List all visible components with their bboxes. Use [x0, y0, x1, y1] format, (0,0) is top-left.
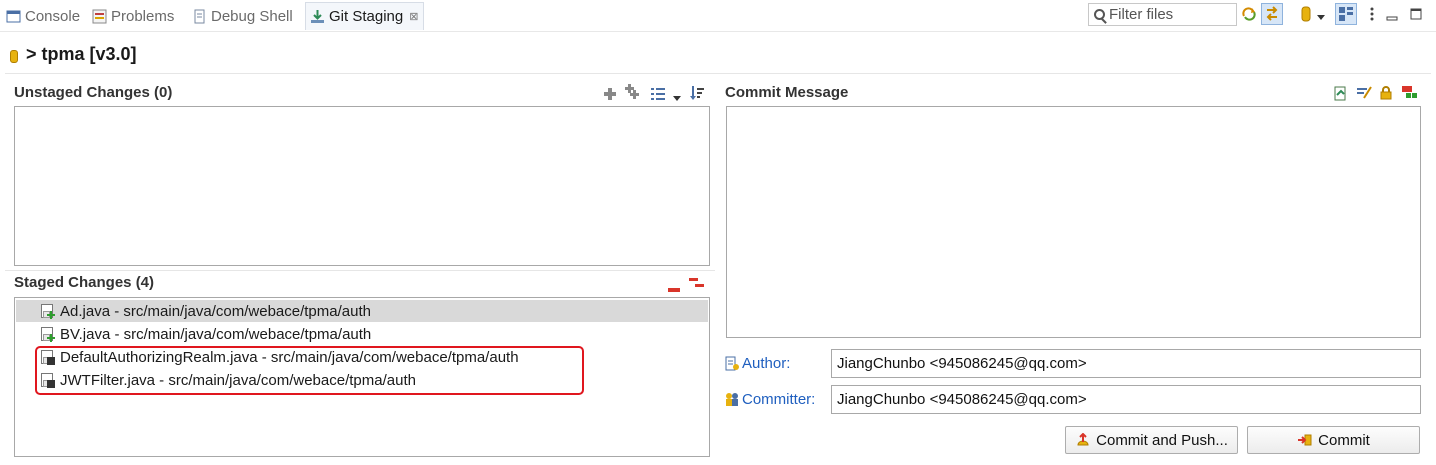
header-divider — [5, 73, 1431, 74]
layout-toggle-icon[interactable] — [1335, 3, 1357, 25]
staged-file-label: BV.java - src/main/java/com/webace/tpma/… — [60, 325, 372, 343]
commit-message-title: Commit Message — [725, 84, 849, 101]
repository-icon[interactable] — [1297, 5, 1315, 23]
java-file-added-icon — [41, 327, 55, 342]
sort-icon[interactable] — [690, 85, 706, 101]
unstage-selected-icon[interactable] — [667, 280, 683, 292]
annotation-highlight-box — [35, 346, 584, 395]
minimize-icon[interactable] — [1383, 5, 1401, 23]
close-tab-icon[interactable]: ⊠ — [409, 10, 418, 23]
filter-files-placeholder: Filter files — [1109, 6, 1174, 23]
chevron-down-icon[interactable] — [1316, 9, 1326, 20]
tab-problems[interactable]: Problems — [92, 3, 174, 29]
staged-file-row[interactable]: BV.java - src/main/java/com/webace/tpma/… — [16, 323, 708, 345]
committer-icon — [725, 392, 739, 407]
committer-label: Committer: — [742, 391, 816, 408]
link-selection-icon[interactable] — [1261, 3, 1283, 25]
committer-field[interactable]: JiangChunbo <945086245@qq.com> — [831, 385, 1421, 414]
commit-button[interactable]: Commit — [1247, 426, 1420, 454]
console-icon — [6, 9, 21, 24]
committer-value: JiangChunbo <945086245@qq.com> — [837, 391, 1087, 408]
view-menu-icon[interactable] — [1363, 5, 1381, 23]
amend-icon[interactable] — [1333, 85, 1349, 101]
tab-debug-shell-label: Debug Shell — [211, 7, 293, 25]
tab-git-staging[interactable]: Git Staging ⊠ — [305, 2, 425, 30]
commit-icon — [1297, 433, 1313, 447]
commit-and-push-button[interactable]: Commit and Push... — [1065, 426, 1238, 454]
search-icon — [1094, 9, 1105, 20]
author-icon — [725, 356, 739, 371]
repository-title: > tpma [v3.0] — [26, 43, 137, 64]
author-value: JiangChunbo <945086245@qq.com> — [837, 355, 1087, 372]
commit-message-editor[interactable] — [726, 106, 1421, 338]
tab-git-staging-label: Git Staging — [329, 8, 404, 25]
list-view-icon[interactable] — [650, 86, 666, 102]
repository-header: > tpma [v3.0] — [10, 40, 137, 68]
stage-all-icon[interactable] — [624, 84, 640, 100]
committer-label-wrap: Committer: — [725, 391, 815, 408]
stage-selected-icon[interactable] — [602, 86, 618, 102]
refresh-icon[interactable] — [1240, 5, 1258, 23]
debug-shell-icon — [192, 9, 207, 24]
staged-file-label: Ad.java - src/main/java/com/webace/tpma/… — [60, 302, 371, 320]
author-label-wrap: Author: — [725, 355, 790, 372]
filter-files-input[interactable]: Filter files — [1088, 3, 1237, 26]
change-id-icon[interactable] — [1401, 84, 1417, 100]
push-icon — [1075, 432, 1091, 447]
lock-icon[interactable] — [1378, 85, 1394, 101]
staged-file-row[interactable]: Ad.java - src/main/java/com/webace/tpma/… — [16, 300, 708, 322]
tab-problems-label: Problems — [111, 7, 175, 25]
unstage-all-icon[interactable] — [689, 276, 705, 292]
sign-off-icon[interactable] — [1356, 84, 1372, 100]
chevron-down-icon[interactable] — [672, 90, 682, 101]
unstaged-changes-list[interactable] — [14, 106, 710, 266]
maximize-icon[interactable] — [1407, 5, 1425, 23]
commit-label: Commit — [1318, 431, 1370, 449]
git-staging-icon — [310, 9, 325, 24]
author-field[interactable]: JiangChunbo <945086245@qq.com> — [831, 349, 1421, 378]
section-divider — [5, 270, 715, 271]
repository-icon — [10, 49, 18, 63]
tab-console-label: Console — [25, 7, 81, 25]
unstaged-changes-title: Unstaged Changes (0) — [14, 84, 173, 101]
problems-icon — [92, 9, 107, 24]
author-label: Author: — [742, 355, 791, 372]
tab-console[interactable]: Console — [6, 3, 80, 29]
java-file-added-icon — [41, 304, 55, 319]
view-tab-bar: Console Problems Debug Shell Git Staging… — [0, 0, 1436, 32]
tab-debug-shell[interactable]: Debug Shell — [192, 3, 293, 29]
commit-and-push-label: Commit and Push... — [1096, 431, 1228, 449]
staged-changes-title: Staged Changes (4) — [14, 274, 155, 291]
